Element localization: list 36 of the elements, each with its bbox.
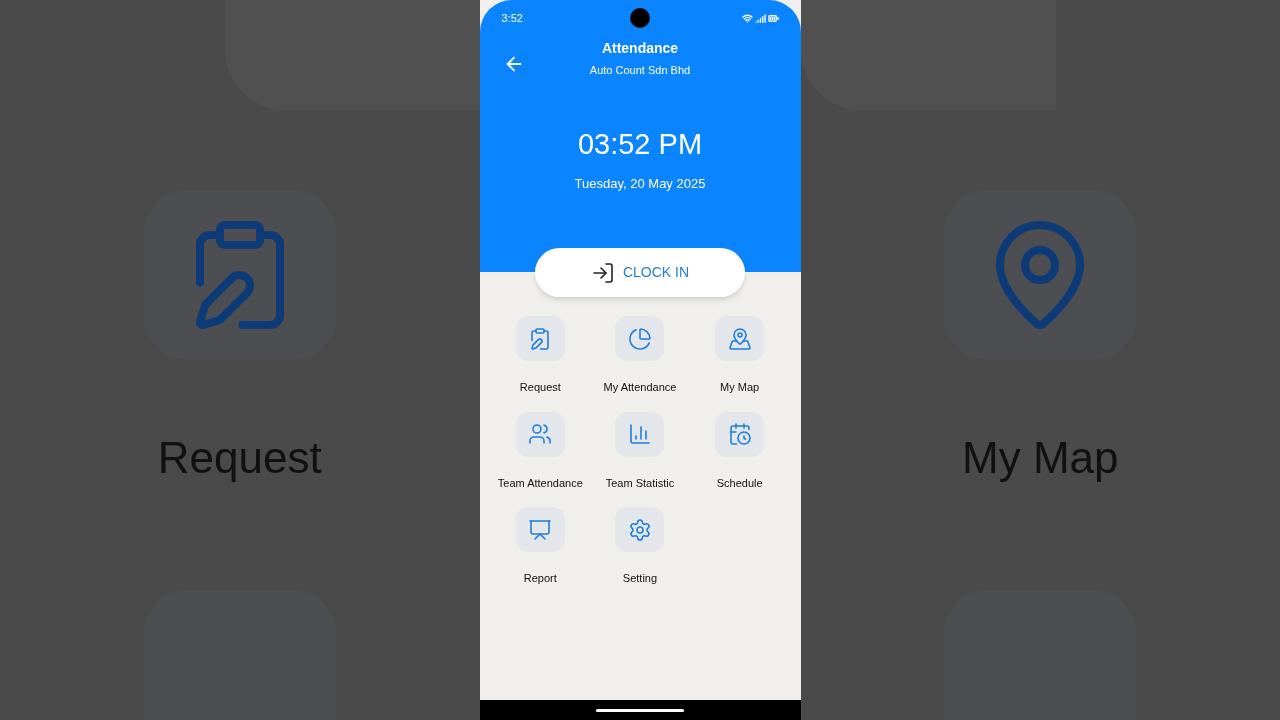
bar-chart-icon (628, 422, 652, 446)
menu-label: Team Statistic (605, 475, 675, 491)
menu-label: Setting (622, 571, 658, 586)
menu-item[interactable]: My Attendance (590, 316, 690, 396)
camera-hole (629, 8, 650, 28)
clock-in-button[interactable]: CLOCK IN (535, 248, 745, 297)
menu-item[interactable]: My Map (689, 316, 790, 396)
menu-item[interactable]: Schedule (689, 411, 790, 491)
menu-label: My Map (720, 380, 760, 395)
presentation-icon (528, 517, 553, 542)
page-title: Attendance (601, 38, 679, 58)
menu-item[interactable]: Report (490, 507, 591, 587)
menu-label: Team Attendance (497, 475, 583, 491)
menu-label: My Attendance (603, 380, 677, 395)
menu-label: Request (519, 380, 561, 395)
wifi-icon (741, 12, 753, 24)
clock-date: Tuesday, 20 May 2025 (574, 175, 706, 193)
menu-label: My Map (962, 436, 1119, 480)
menu-label: Report (523, 571, 557, 586)
clock-time: 03:52 PM (577, 130, 703, 159)
menu-item[interactable]: Team Statistic (590, 411, 690, 491)
people-icon (528, 422, 553, 446)
menu-label: Request (157, 436, 322, 480)
map-pin-icon (727, 326, 752, 351)
signal-icon (754, 12, 766, 24)
door-enter-icon (590, 260, 615, 285)
pie-chart-icon (628, 326, 652, 351)
menu-item[interactable]: Request (490, 316, 591, 396)
status-time: 3:52 (501, 10, 523, 26)
battery-icon (767, 12, 779, 24)
menu-item[interactable]: Team Attendance (490, 411, 591, 491)
page-subtitle: Auto Count Sdn Bhd (589, 62, 691, 78)
menu-item[interactable]: Setting (590, 507, 690, 587)
settings-icon (628, 517, 652, 542)
menu-label: Schedule (716, 475, 763, 491)
calendar-clock-icon (727, 422, 752, 446)
